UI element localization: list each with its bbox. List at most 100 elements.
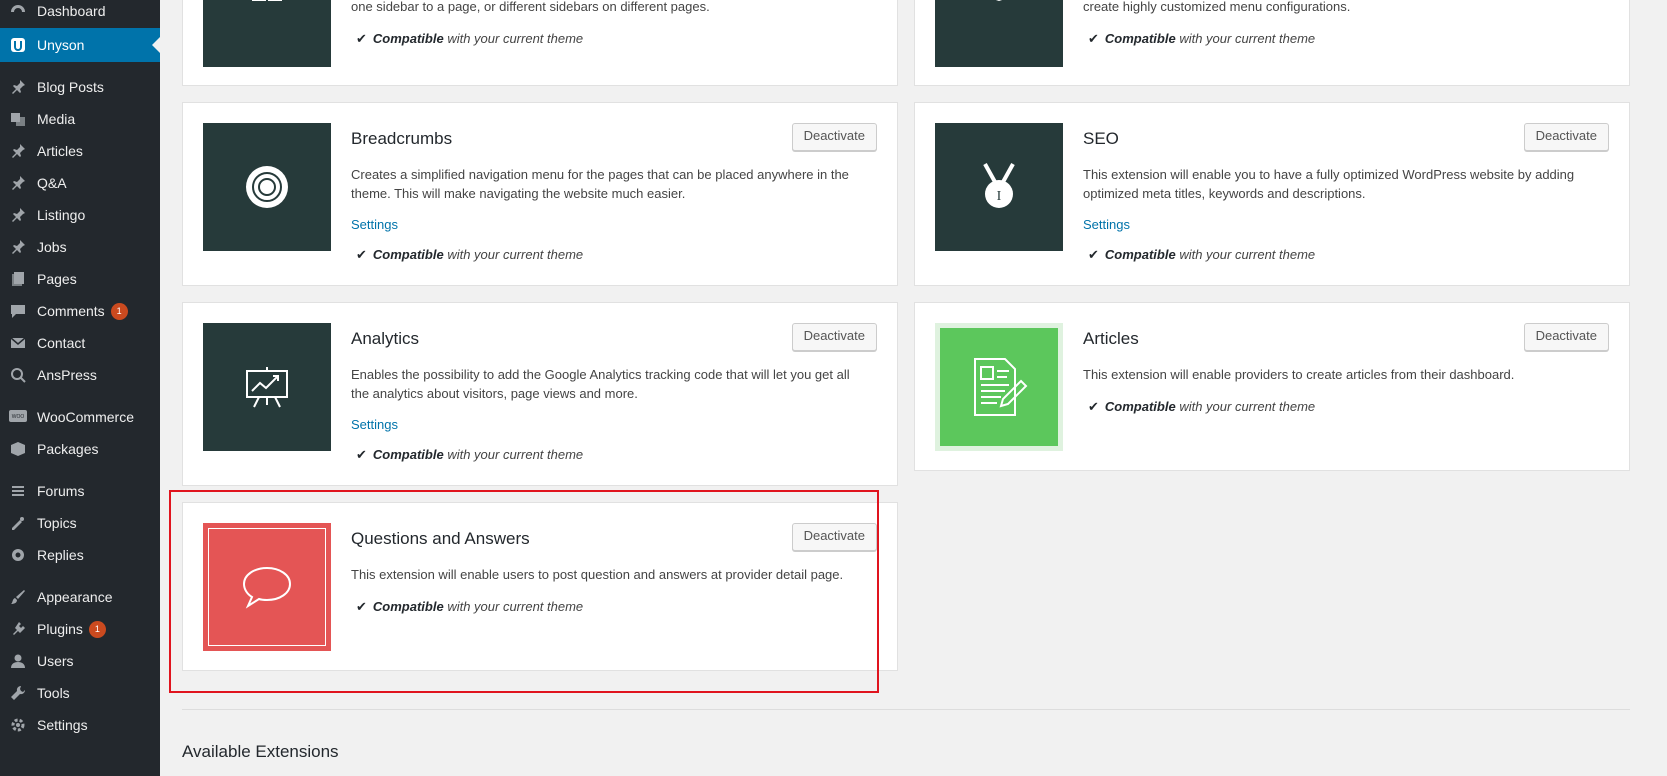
- available-extensions-heading: Available Extensions: [182, 742, 339, 761]
- extension-thumbnail: [935, 323, 1063, 451]
- extension-card-seo: I SEO Deactivate This extension will ena…: [914, 102, 1630, 286]
- checkmark-icon: ✔: [356, 447, 367, 462]
- sidebar-item-plugins[interactable]: Plugins 1: [0, 612, 160, 646]
- sidebar-item-replies[interactable]: Replies: [0, 538, 160, 572]
- sidebar-item-articles[interactable]: Articles: [0, 134, 160, 168]
- sidebar-item-anspress[interactable]: AnsPress: [0, 358, 160, 392]
- compatibility-note: ✔ Compatible with your current theme: [1088, 399, 1316, 414]
- compatibility-note: ✔ Compatible with your current theme: [1088, 247, 1316, 262]
- sidebar-item-label: Comments: [37, 303, 105, 319]
- extension-card-articles: Articles Deactivate This extension will …: [914, 302, 1630, 471]
- settings-icon: [9, 716, 27, 734]
- article-thumb-fill: [940, 328, 1058, 446]
- settings-link[interactable]: Settings: [1083, 217, 1130, 232]
- woocommerce-icon: WOO: [9, 408, 27, 426]
- sidebar-item-label: Contact: [37, 335, 86, 351]
- sidebar-item-listingo[interactable]: Listingo: [0, 198, 160, 232]
- sidebar-item-contact[interactable]: Contact: [0, 326, 160, 360]
- sidebar-item-label: Appearance: [37, 589, 113, 605]
- sidebar-item-label: Jobs: [37, 239, 67, 255]
- sidebar-item-topics[interactable]: Topics: [0, 506, 160, 540]
- pin-icon: [9, 206, 27, 224]
- sidebar-item-label: WooCommerce: [37, 409, 134, 425]
- sidebar-item-label: Listingo: [37, 207, 86, 223]
- extension-thumbnail: [203, 123, 331, 251]
- extension-description: Creates a simplified navigation menu for…: [351, 167, 849, 201]
- article-edit-icon: [974, 358, 1028, 416]
- extension-thumbnail: [203, 323, 331, 451]
- pin-icon: [9, 174, 27, 192]
- sidebar-item-label: Pages: [37, 271, 77, 287]
- deactivate-button[interactable]: Deactivate: [791, 323, 877, 351]
- checkmark-icon: ✔: [356, 31, 367, 46]
- compatibility-note: ✔ Compatible with your current theme: [356, 447, 584, 462]
- settings-link[interactable]: Settings: [351, 417, 398, 432]
- svg-text:WOO: WOO: [12, 414, 25, 420]
- extension-thumbnail: [203, 0, 331, 67]
- sidebar-item-label: Q&A: [37, 175, 67, 191]
- sidebar-item-users[interactable]: Users: [0, 644, 160, 678]
- extension-title: Analytics: [351, 329, 420, 348]
- extension-card-megamenu: create highly customized menu configurat…: [914, 0, 1630, 86]
- medal-icon: I: [983, 163, 1015, 208]
- extension-description: Enables the possibility to add the Googl…: [351, 367, 850, 401]
- extension-card-breadcrumbs: Breadcrumbs Deactivate Creates a simplif…: [182, 102, 898, 286]
- target-icon: [246, 166, 288, 208]
- comments-count-badge: 1: [110, 302, 128, 320]
- sidebar-item-qa[interactable]: Q&A: [0, 166, 160, 200]
- checkmark-icon: ✔: [1088, 31, 1099, 46]
- sidebar-item-blog-posts[interactable]: Blog Posts: [0, 70, 160, 104]
- sidebar-item-label: Users: [37, 653, 74, 669]
- svg-text:I: I: [997, 189, 1002, 204]
- deactivate-button[interactable]: Deactivate: [791, 123, 877, 151]
- sidebar-item-comments[interactable]: Comments 1: [0, 294, 160, 328]
- packages-icon: [9, 440, 27, 458]
- sidebar-item-settings[interactable]: Settings: [0, 708, 160, 742]
- sidebar-item-label: Replies: [37, 547, 84, 563]
- extension-thumbnail: [935, 0, 1063, 67]
- compatibility-note: ✔ Compatible with your current theme: [356, 247, 584, 262]
- topics-icon: [9, 514, 27, 532]
- comments-icon: [9, 302, 27, 320]
- sidebar-item-label: Settings: [37, 717, 88, 733]
- checkmark-icon: ✔: [356, 247, 367, 262]
- extension-title: Breadcrumbs: [351, 129, 453, 148]
- pages-icon: [9, 270, 27, 288]
- sidebar-item-jobs[interactable]: Jobs: [0, 230, 160, 264]
- plugins-icon: [9, 620, 27, 638]
- sidebar-item-forums[interactable]: Forums: [0, 474, 160, 508]
- settings-link[interactable]: Settings: [351, 217, 398, 232]
- anspress-icon: [9, 366, 27, 384]
- sidebar-item-tools[interactable]: Tools: [0, 676, 160, 710]
- deactivate-button[interactable]: Deactivate: [1523, 323, 1609, 351]
- sidebar-item-pages[interactable]: Pages: [0, 262, 160, 296]
- sidebars-icon: [252, 0, 282, 1]
- pin-icon: [9, 142, 27, 160]
- sidebar-item-label: Topics: [37, 515, 77, 531]
- sidebar-item-unyson[interactable]: Unyson: [0, 28, 160, 62]
- extension-card-analytics: Analytics Deactivate Enables the possibi…: [182, 302, 898, 486]
- sidebar-item-label: Media: [37, 111, 76, 127]
- plugins-count-badge: 1: [88, 620, 106, 638]
- sidebar-item-label: Blog Posts: [37, 79, 104, 95]
- sidebar-item-woocommerce[interactable]: WOO WooCommerce: [0, 400, 160, 434]
- extension-description: This extension will enable you to have a…: [1083, 167, 1575, 201]
- extension-title: Articles: [1083, 329, 1139, 348]
- compatibility-note: ✔ Compatible with your current theme: [356, 31, 584, 46]
- dashboard-icon: [9, 2, 27, 20]
- highlight-box: [169, 490, 879, 693]
- sidebar-item-dashboard[interactable]: Dashboard: [0, 0, 160, 28]
- checkmark-icon: ✔: [1088, 399, 1099, 414]
- sidebar-item-media[interactable]: Media: [0, 102, 160, 136]
- sidebar-item-label: Forums: [37, 483, 85, 499]
- compatibility-note: ✔ Compatible with your current theme: [1088, 31, 1316, 46]
- sidebar-item-label: Dashboard: [37, 3, 106, 19]
- extension-thumbnail: I: [935, 123, 1063, 251]
- section-divider: [182, 709, 1630, 710]
- sidebar-item-label: Plugins: [37, 621, 83, 637]
- deactivate-button[interactable]: Deactivate: [1523, 123, 1609, 151]
- extension-description: This extension will enable providers to …: [1083, 367, 1515, 382]
- sidebar-item-packages[interactable]: Packages: [0, 432, 160, 466]
- sidebar-item-appearance[interactable]: Appearance: [0, 580, 160, 614]
- extension-card-sidebars: one sidebar to a page, or different side…: [182, 0, 898, 86]
